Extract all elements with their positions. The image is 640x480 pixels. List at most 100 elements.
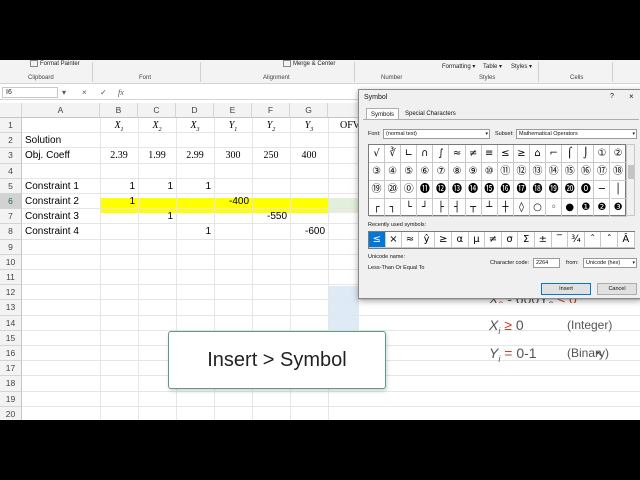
close-icon[interactable]: × bbox=[629, 92, 634, 101]
row-header[interactable]: 7 bbox=[0, 209, 22, 225]
cell-a2[interactable]: Solution bbox=[25, 133, 100, 148]
symbol-cell[interactable]: √ bbox=[369, 145, 386, 163]
symbol-cell[interactable]: ─ bbox=[594, 181, 611, 199]
symbol-cell[interactable]: ≥ bbox=[513, 145, 530, 163]
col-header-f[interactable]: F bbox=[252, 103, 290, 118]
help-icon[interactable]: ? bbox=[610, 93, 614, 100]
row-header[interactable]: 3 bbox=[0, 148, 22, 164]
symbol-cell[interactable]: ⓬ bbox=[433, 181, 450, 199]
format-painter-button[interactable]: Format Painter bbox=[30, 60, 80, 67]
symbol-cell[interactable]: ◊ bbox=[513, 199, 530, 217]
col-header-h[interactable] bbox=[328, 103, 360, 118]
symbol-cell[interactable]: ┘ bbox=[417, 199, 434, 217]
cell-c3[interactable]: 1.99 bbox=[138, 148, 176, 163]
subset-select[interactable]: Mathematical Operators ▾ bbox=[516, 129, 637, 139]
cell-a3[interactable]: Obj. Coeff bbox=[25, 148, 100, 163]
symbol-cell[interactable]: ❸ bbox=[610, 199, 627, 217]
row-header[interactable]: 1 bbox=[0, 118, 22, 134]
row-header[interactable]: 5 bbox=[0, 178, 22, 194]
cell-a7[interactable]: Constraint 3 bbox=[25, 209, 100, 224]
symbol-cell[interactable]: ⓪ bbox=[401, 181, 418, 199]
symbol-cell[interactable]: ⑲ bbox=[369, 181, 386, 199]
symbol-cell[interactable]: ∛ bbox=[385, 145, 402, 163]
row-header[interactable]: 15 bbox=[0, 330, 22, 346]
row-header[interactable]: 19 bbox=[0, 391, 22, 407]
symbol-cell[interactable]: ⑮ bbox=[562, 163, 579, 181]
conditional-formatting-button[interactable]: Formatting ▾ bbox=[442, 63, 475, 70]
recent-symbol-cell[interactable]: ± bbox=[535, 232, 552, 248]
row-header[interactable]: 10 bbox=[0, 254, 22, 270]
symbol-cell[interactable]: ⓱ bbox=[513, 181, 530, 199]
row-header[interactable]: 14 bbox=[0, 315, 22, 331]
symbol-cell[interactable]: ┐ bbox=[385, 199, 402, 217]
symbol-cell[interactable]: ⌠ bbox=[562, 145, 579, 163]
symbol-cell[interactable]: ⓿ bbox=[578, 181, 595, 199]
symbol-cell[interactable]: ┌ bbox=[369, 199, 386, 217]
cell-f1[interactable]: Y2 bbox=[252, 118, 290, 133]
recent-symbol-cell[interactable]: ŷ bbox=[418, 232, 436, 248]
row-header[interactable]: 2 bbox=[0, 133, 22, 149]
cancel-icon[interactable]: × bbox=[82, 87, 87, 98]
enter-icon[interactable]: ✓ bbox=[100, 87, 107, 98]
name-box[interactable]: I6 bbox=[2, 87, 58, 98]
cell-f3[interactable]: 250 bbox=[252, 148, 290, 163]
scrollbar-thumb[interactable] bbox=[628, 165, 634, 179]
font-select[interactable]: (normal text) ▾ bbox=[383, 129, 490, 139]
row-header[interactable]: 6 bbox=[0, 194, 22, 210]
insert-function-icon[interactable]: fx bbox=[118, 87, 124, 98]
recent-symbol-cell[interactable]: ¾ bbox=[568, 232, 585, 248]
row-header[interactable]: 12 bbox=[0, 285, 22, 301]
symbol-cell[interactable]: ⌐ bbox=[546, 145, 563, 163]
symbol-cell[interactable]: ⑤ bbox=[401, 163, 418, 181]
row-header[interactable]: 9 bbox=[0, 239, 22, 255]
symbol-cell[interactable]: ∫ bbox=[433, 145, 450, 163]
recent-symbol-cell[interactable]: × bbox=[385, 232, 403, 248]
recent-symbol-cell[interactable]: ≈ bbox=[402, 232, 419, 248]
recent-symbol-cell[interactable]: μ bbox=[468, 232, 486, 248]
row-header[interactable]: 17 bbox=[0, 361, 22, 377]
symbol-cell[interactable]: ⑨ bbox=[465, 163, 482, 181]
symbol-cell[interactable]: ⑪ bbox=[497, 163, 514, 181]
symbol-cell[interactable]: ≤ bbox=[497, 145, 514, 163]
cell-d8[interactable]: 1 bbox=[176, 224, 214, 239]
cell-f7[interactable]: -550 bbox=[252, 209, 290, 224]
cell-g3[interactable]: 400 bbox=[290, 148, 328, 163]
symbol-cell[interactable]: ⓲ bbox=[530, 181, 547, 199]
symbol-scrollbar[interactable] bbox=[626, 144, 635, 216]
symbol-cell[interactable]: ≈ bbox=[449, 145, 466, 163]
symbol-cell[interactable]: ⑧ bbox=[449, 163, 466, 181]
symbol-cell[interactable]: ④ bbox=[385, 163, 402, 181]
row-header[interactable]: 13 bbox=[0, 300, 22, 316]
symbol-cell[interactable]: ⑩ bbox=[481, 163, 498, 181]
cell-h1[interactable]: OFV bbox=[340, 118, 360, 133]
from-select[interactable]: Unicode (hex) ▾ bbox=[583, 258, 637, 268]
symbol-cell[interactable]: ⌂ bbox=[530, 145, 547, 163]
symbol-cell[interactable]: ⑳ bbox=[385, 181, 402, 199]
recent-symbols-grid[interactable]: ≤ × ≈ ŷ ≥ α μ ≠ σ Σ ± ‾ ¾ ˆ ˆ Â bbox=[368, 231, 635, 249]
symbol-cell[interactable]: ⓴ bbox=[562, 181, 579, 199]
symbol-cell[interactable]: ❶ bbox=[578, 199, 595, 217]
symbol-cell[interactable]: ⑬ bbox=[530, 163, 547, 181]
symbol-cell[interactable]: ┼ bbox=[497, 199, 514, 217]
select-all-corner[interactable] bbox=[0, 103, 22, 118]
symbol-cell[interactable]: ③ bbox=[369, 163, 386, 181]
cell-e1[interactable]: Y1 bbox=[214, 118, 252, 133]
symbol-cell[interactable]: ∟ bbox=[401, 145, 418, 163]
cell-c5[interactable]: 1 bbox=[138, 179, 176, 194]
col-header-b[interactable]: B bbox=[100, 103, 138, 118]
symbol-cell[interactable]: ┴ bbox=[481, 199, 498, 217]
row-header[interactable]: 16 bbox=[0, 346, 22, 362]
recent-symbol-cell[interactable]: Σ bbox=[518, 232, 535, 248]
recent-symbol-cell[interactable]: ≠ bbox=[485, 232, 502, 248]
symbol-cell[interactable]: ⑰ bbox=[594, 163, 611, 181]
recent-symbol-cell[interactable]: ˆ bbox=[584, 232, 602, 248]
symbol-cell[interactable]: ⓭ bbox=[449, 181, 466, 199]
symbol-cell[interactable]: ┤ bbox=[449, 199, 466, 217]
symbol-cell[interactable]: ⓰ bbox=[497, 181, 514, 199]
cell-b5[interactable]: 1 bbox=[100, 179, 138, 194]
symbol-cell[interactable]: ○ bbox=[530, 199, 547, 217]
symbol-cell[interactable]: ② bbox=[610, 145, 627, 163]
symbol-cell[interactable]: ├ bbox=[433, 199, 450, 217]
symbol-cell[interactable]: ⌡ bbox=[578, 145, 595, 163]
col-header-e[interactable]: E bbox=[214, 103, 252, 118]
